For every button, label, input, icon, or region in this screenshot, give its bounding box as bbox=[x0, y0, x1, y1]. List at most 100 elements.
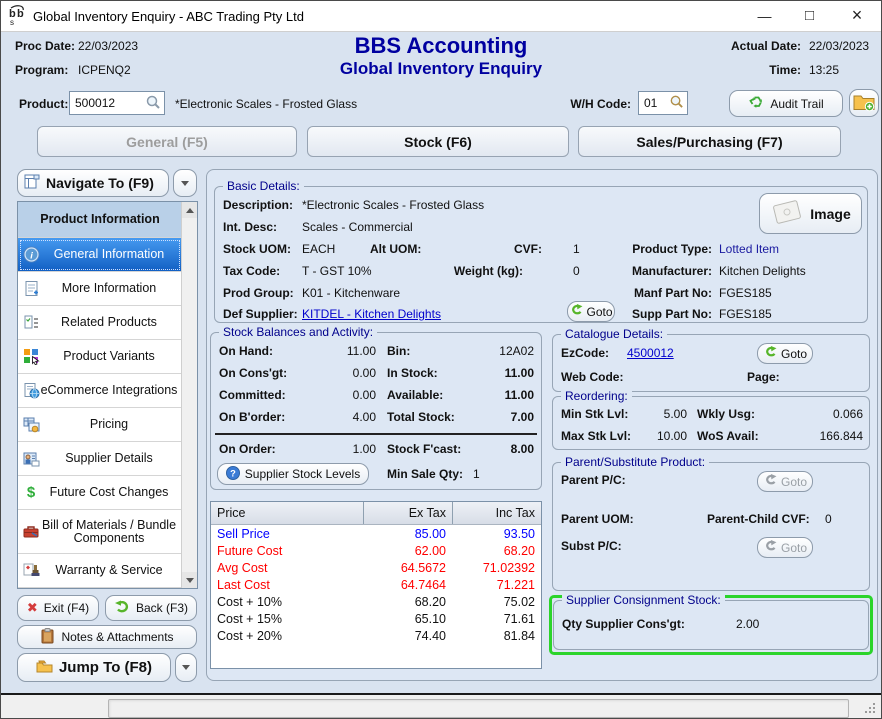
reordering-title: Reordering: bbox=[561, 389, 632, 403]
table-row[interactable]: Last Cost64.746471.221 bbox=[211, 576, 541, 593]
jump-to-button[interactable]: Jump To (F8) bbox=[17, 653, 171, 682]
scroll-down-button[interactable] bbox=[182, 572, 197, 588]
subst-pc-label: Subst P/C: bbox=[561, 539, 622, 553]
manufacturer-value: Kitchen Delights bbox=[719, 264, 806, 278]
parent-substitute-title: Parent/Substitute Product: bbox=[561, 455, 709, 469]
available-value: 11.00 bbox=[444, 388, 534, 402]
back-icon bbox=[114, 600, 130, 617]
sidebar-scrollbar[interactable] bbox=[181, 202, 197, 588]
back-button[interactable]: Back (F3) bbox=[105, 595, 197, 621]
wos-avail-label: WoS Avail: bbox=[697, 429, 759, 443]
supp-part-label: Supp Part No: bbox=[555, 307, 712, 321]
sidebar-item-more-information[interactable]: More Information bbox=[18, 272, 182, 306]
ex-tax-column-header[interactable]: Ex Tax bbox=[363, 502, 452, 524]
sidebar-item-related-products[interactable]: Related Products bbox=[18, 306, 182, 340]
image-button[interactable]: Image bbox=[759, 193, 862, 234]
wh-code-label: W/H Code: bbox=[557, 97, 631, 111]
ecommerce-icon bbox=[22, 382, 40, 400]
warranty-service-icon bbox=[22, 562, 40, 580]
maximize-icon: □ bbox=[805, 7, 814, 24]
sidebar-item-label: General Information bbox=[32, 248, 168, 261]
sidebar-item-ecommerce-integrations[interactable]: eCommerce Integrations bbox=[18, 374, 182, 408]
table-row[interactable]: Avg Cost64.567271.02392 bbox=[211, 559, 541, 576]
sidebar-item-product-variants[interactable]: Product Variants bbox=[18, 340, 182, 374]
table-row[interactable]: Future Cost62.0068.20 bbox=[211, 542, 541, 559]
int-desc-value: Scales - Commercial bbox=[302, 220, 413, 234]
image-thumbnail-icon bbox=[770, 197, 804, 230]
notes-attachments-button[interactable]: Notes & Attachments bbox=[17, 625, 197, 649]
qty-supplier-consgt-label: Qty Supplier Cons'gt: bbox=[562, 617, 685, 631]
tab-stock[interactable]: Stock (F6) bbox=[307, 126, 569, 157]
goto-disabled-icon bbox=[763, 540, 777, 555]
folder-add-button[interactable] bbox=[849, 89, 879, 117]
stock-divider bbox=[215, 433, 537, 435]
title-bar: bbs Global Inventory Enquiry - ABC Tradi… bbox=[1, 1, 881, 32]
resize-grip[interactable] bbox=[865, 703, 877, 715]
sidebar-item-future-cost-changes[interactable]: $ Future Cost Changes bbox=[18, 476, 182, 510]
product-search-icon[interactable] bbox=[145, 94, 161, 113]
prod-group-value: K01 - Kitchenware bbox=[302, 286, 400, 300]
sidebar-item-pricing[interactable]: Pricing bbox=[18, 408, 182, 442]
description-value: *Electronic Scales - Frosted Glass bbox=[302, 198, 484, 212]
ezcode-goto-button[interactable]: Goto bbox=[757, 343, 813, 364]
price-column-header[interactable]: Price bbox=[211, 502, 363, 524]
supplier-stock-levels-label: Supplier Stock Levels bbox=[245, 467, 360, 481]
sidebar-item-label: eCommerce Integrations bbox=[19, 384, 182, 397]
table-row[interactable]: Cost + 20%74.4081.84 bbox=[211, 627, 541, 644]
product-code-value: 500012 bbox=[75, 96, 145, 110]
sidebar-item-label: Bill of Materials / Bundle Components bbox=[18, 519, 182, 545]
exit-button[interactable]: ✖ Exit (F4) bbox=[17, 595, 99, 621]
pricing-icon bbox=[22, 416, 40, 434]
bin-label: Bin: bbox=[387, 344, 410, 358]
basic-details-group: Basic Details: Description: *Electronic … bbox=[214, 186, 868, 323]
ezcode-link[interactable]: 4500012 bbox=[627, 346, 674, 360]
tab-stock-label: Stock (F6) bbox=[404, 134, 472, 150]
in-stock-label: In Stock: bbox=[387, 366, 438, 380]
inc-tax-column-header[interactable]: Inc Tax bbox=[452, 502, 541, 524]
navigate-dropdown-button[interactable] bbox=[173, 169, 197, 197]
on-consgt-label: On Cons'gt: bbox=[219, 366, 287, 380]
tab-general: General (F5) bbox=[37, 126, 297, 157]
minimize-button[interactable]: — bbox=[742, 1, 787, 30]
wh-code-value: 01 bbox=[644, 96, 669, 110]
navigate-to-button[interactable]: Navigate To (F9) bbox=[17, 169, 169, 197]
supplier-stock-levels-button[interactable]: ? Supplier Stock Levels bbox=[217, 463, 369, 485]
min-sale-qty-label: Min Sale Qty: bbox=[387, 467, 463, 481]
sidebar-nav-list: Product Information i General Informatio… bbox=[17, 201, 198, 589]
app-logo-icon: bbs bbox=[7, 4, 27, 29]
exit-label: Exit (F4) bbox=[44, 601, 89, 615]
def-supplier-label: Def Supplier: bbox=[223, 307, 298, 321]
close-button[interactable]: × bbox=[832, 1, 882, 30]
manf-part-value: FGES185 bbox=[719, 286, 772, 300]
sidebar-item-general-information[interactable]: i General Information bbox=[18, 238, 182, 272]
table-row[interactable]: Sell Price85.0093.50 bbox=[211, 525, 541, 542]
sidebar-item-supplier-details[interactable]: Supplier Details bbox=[18, 442, 182, 476]
more-information-icon bbox=[22, 280, 40, 298]
sidebar-item-bill-of-materials[interactable]: Bill of Materials / Bundle Components bbox=[18, 510, 182, 554]
tax-code-label: Tax Code: bbox=[223, 264, 280, 278]
actual-date-label: Actual Date: bbox=[691, 39, 801, 53]
product-type-label: Product Type: bbox=[555, 242, 712, 256]
table-row[interactable]: Cost + 15%65.1071.61 bbox=[211, 610, 541, 627]
tab-sales-purchasing[interactable]: Sales/Purchasing (F7) bbox=[578, 126, 841, 157]
price-table-header: Price Ex Tax Inc Tax bbox=[211, 502, 541, 525]
jump-dropdown-button[interactable] bbox=[175, 653, 197, 682]
product-input[interactable]: 500012 bbox=[69, 91, 165, 115]
sidebar-item-label: Pricing bbox=[68, 418, 132, 431]
reordering-group: Reordering: Min Stk Lvl: 5.00 Wkly Usg: … bbox=[552, 396, 870, 450]
notes-attachments-label: Notes & Attachments bbox=[61, 630, 173, 644]
audit-trail-button[interactable]: Audit Trail bbox=[729, 90, 843, 117]
folder-add-icon bbox=[853, 92, 875, 115]
def-supplier-link[interactable]: KITDEL - Kitchen Delights bbox=[302, 307, 441, 321]
wh-code-input[interactable]: 01 bbox=[638, 91, 688, 115]
table-row[interactable]: Cost + 10%68.2075.02 bbox=[211, 593, 541, 610]
status-message-field bbox=[108, 699, 849, 718]
alt-uom-label: Alt UOM: bbox=[370, 242, 421, 256]
parent-uom-label: Parent UOM: bbox=[561, 512, 634, 526]
scroll-up-button[interactable] bbox=[182, 202, 197, 218]
sidebar-group-header: Product Information bbox=[18, 202, 182, 238]
maximize-button[interactable]: □ bbox=[787, 1, 832, 30]
page-label: Page: bbox=[747, 370, 780, 384]
sidebar-item-warranty-service[interactable]: Warranty & Service bbox=[18, 554, 182, 588]
wh-search-icon[interactable] bbox=[669, 94, 684, 112]
